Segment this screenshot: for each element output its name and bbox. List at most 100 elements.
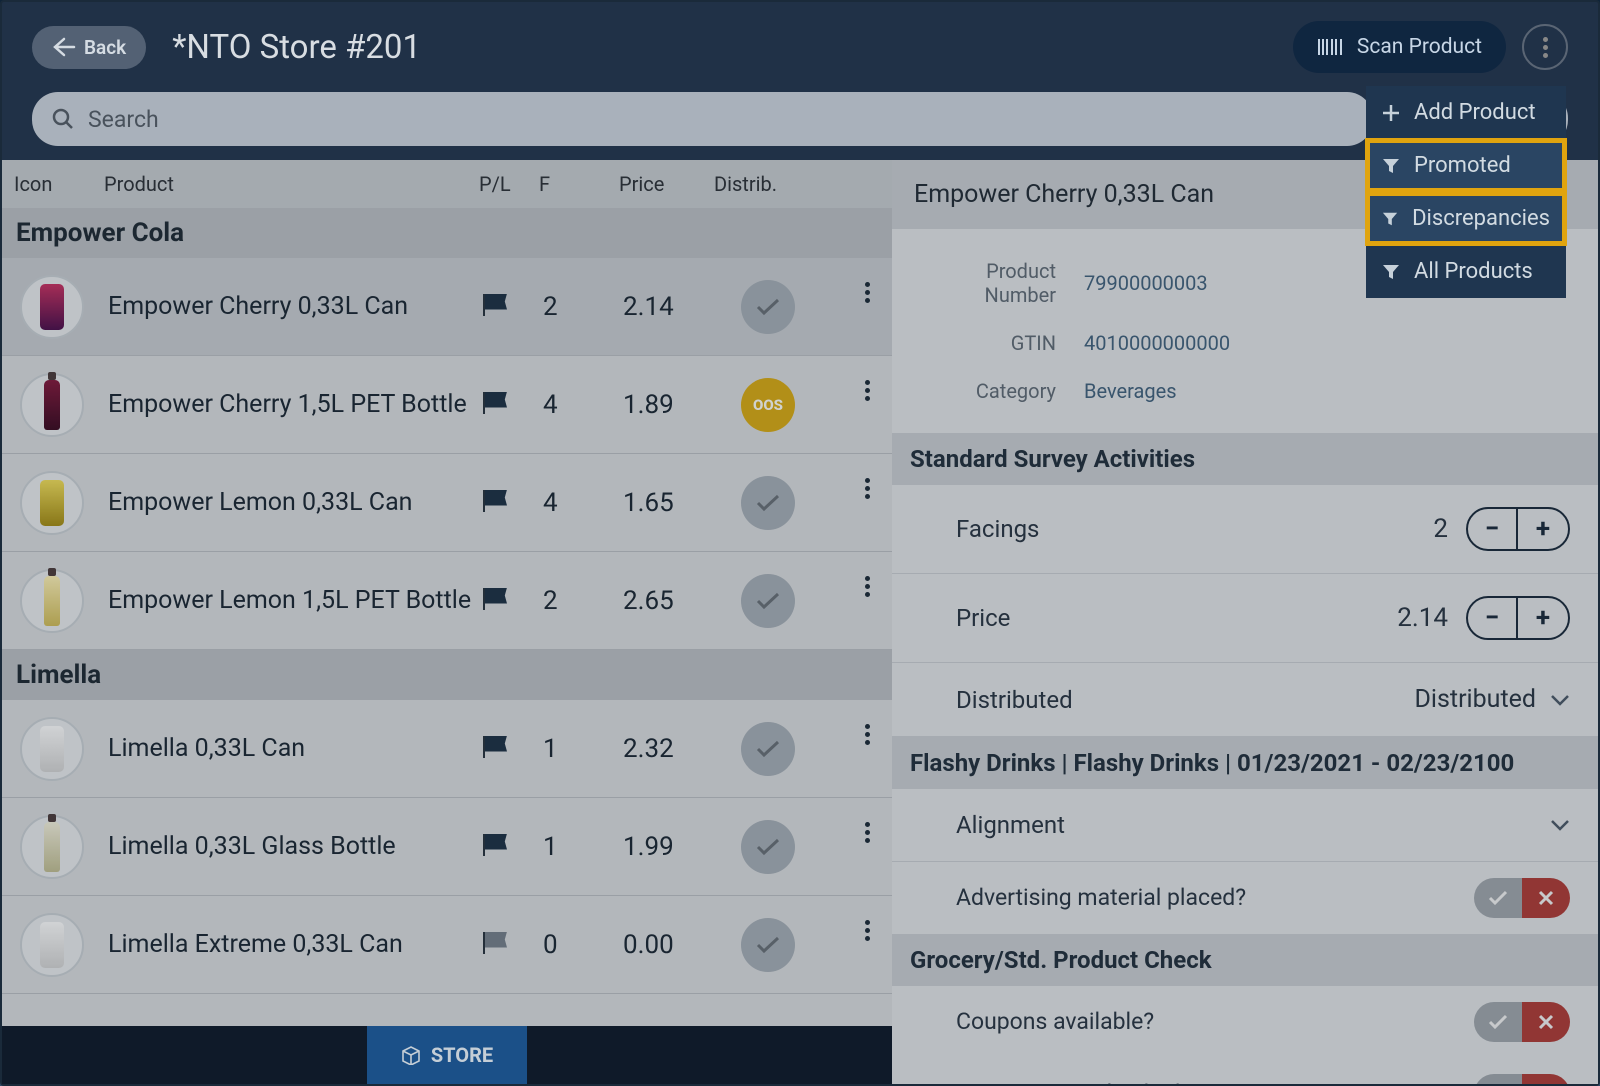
price-value: 1.65 xyxy=(623,488,718,518)
store-tab-button[interactable]: STORE xyxy=(367,1026,527,1084)
pl-flag xyxy=(483,932,543,958)
distrib-check[interactable] xyxy=(741,918,795,972)
meta-productnumber: 79900000003 xyxy=(1084,271,1208,295)
plus-icon xyxy=(1382,104,1400,122)
barcode-icon xyxy=(1317,37,1345,57)
chevron-down-icon xyxy=(1550,818,1570,832)
search-icon xyxy=(52,108,74,130)
product-icon xyxy=(20,471,84,535)
oos-badge: OOS xyxy=(741,378,795,432)
row-overflow-button[interactable] xyxy=(865,282,870,303)
overflow-menu: Add Product Promoted Discrepancies All P… xyxy=(1366,86,1566,298)
distrib-check[interactable] xyxy=(741,820,795,874)
menu-discrepancies[interactable]: Discrepancies xyxy=(1366,192,1566,245)
product-row[interactable]: Empower Cherry 1,5L PET Bottle 4 1.89 OO… xyxy=(2,356,892,454)
advertising-question: Advertising material placed? xyxy=(956,882,1246,913)
product-row[interactable]: Empower Cherry 0,33L Can 2 2.14 xyxy=(2,258,892,356)
x-icon xyxy=(1538,890,1554,906)
col-distrib: Distrib. xyxy=(714,172,809,196)
product-row[interactable]: Limella Extreme 0,33L Can 0 0.00 xyxy=(2,896,892,994)
product-icon xyxy=(20,913,84,977)
back-label: Back xyxy=(84,36,126,59)
menu-all-products[interactable]: All Products xyxy=(1366,245,1566,298)
row-overflow-button[interactable] xyxy=(865,478,870,499)
facings-minus[interactable]: − xyxy=(1468,509,1518,549)
facings-value: 2 xyxy=(543,586,623,616)
facings-value: 1 xyxy=(543,734,623,764)
product-icon xyxy=(20,717,84,781)
product-row[interactable]: Limella 0,33L Glass Bottle 1 1.99 xyxy=(2,798,892,896)
survey-facings-value: 2 xyxy=(1433,514,1448,544)
product-icon xyxy=(20,569,84,633)
check-icon xyxy=(1488,890,1508,906)
coupons-toggle[interactable] xyxy=(1474,1002,1570,1042)
distrib-check[interactable] xyxy=(741,476,795,530)
survey-facings-label: Facings xyxy=(920,515,1260,543)
coupons-question: Coupons available? xyxy=(956,1006,1154,1037)
price-value: 2.65 xyxy=(623,586,718,616)
row-overflow-button[interactable] xyxy=(865,822,870,843)
facings-plus[interactable]: + xyxy=(1518,509,1568,549)
group-header: Empower Cola xyxy=(2,208,892,258)
funnel-icon xyxy=(1382,158,1400,174)
price-plus[interactable]: + xyxy=(1518,598,1568,638)
meta-label-category: Category xyxy=(914,379,1084,403)
product-icon xyxy=(20,373,84,437)
row-overflow-button[interactable] xyxy=(865,920,870,941)
pl-flag xyxy=(483,736,543,762)
section-standard-survey: Standard Survey Activities xyxy=(892,433,1598,485)
distrib-check[interactable] xyxy=(741,722,795,776)
alignment-dropdown[interactable] xyxy=(1550,818,1570,832)
product-row[interactable]: Empower Lemon 0,33L Can 4 1.65 xyxy=(2,454,892,552)
col-f: F xyxy=(539,172,619,196)
distributed-value: Distributed xyxy=(1415,685,1536,714)
pl-flag xyxy=(483,294,543,320)
price-value: 2.32 xyxy=(623,734,718,764)
facings-value: 0 xyxy=(543,930,623,960)
section-flashy: Flashy Drinks | Flashy Drinks | 01/23/20… xyxy=(892,737,1598,789)
box-icon xyxy=(401,1045,421,1065)
product-name: Empower Lemon 1,5L PET Bottle xyxy=(108,586,483,615)
facings-value: 2 xyxy=(543,292,623,322)
distributed-dropdown[interactable]: Distributed xyxy=(1415,685,1570,714)
advertising-toggle[interactable] xyxy=(1474,878,1570,918)
scan-product-button[interactable]: Scan Product xyxy=(1293,21,1506,73)
survey-price-value: 2.14 xyxy=(1397,603,1448,633)
chevron-down-icon xyxy=(1550,693,1570,707)
back-button[interactable]: Back xyxy=(32,26,146,69)
row-overflow-button[interactable] xyxy=(865,724,870,745)
product-name: Limella Extreme 0,33L Can xyxy=(108,930,483,959)
price-stepper: − + xyxy=(1466,596,1570,640)
overflow-menu-button[interactable] xyxy=(1522,24,1568,70)
meta-category: Beverages xyxy=(1084,379,1177,403)
pl-flag xyxy=(483,392,543,418)
distrib-check[interactable] xyxy=(741,280,795,334)
row-overflow-button[interactable] xyxy=(865,576,870,597)
product-name: Limella 0,33L Can xyxy=(108,734,483,763)
meta-gtin: 4010000000000 xyxy=(1084,331,1230,355)
arrangement-toggle[interactable] xyxy=(1474,1074,1570,1084)
menu-promoted[interactable]: Promoted xyxy=(1366,139,1566,192)
menu-add-product[interactable]: Add Product xyxy=(1366,86,1566,139)
product-row[interactable]: Limella 0,33L Can 1 2.32 xyxy=(2,700,892,798)
product-row[interactable]: Empower Lemon 1,5L PET Bottle 2 2.65 xyxy=(2,552,892,650)
price-value: 1.99 xyxy=(623,832,718,862)
page-title: *NTO Store #201 xyxy=(172,28,421,67)
distrib-check[interactable] xyxy=(741,574,795,628)
row-overflow-button[interactable] xyxy=(865,380,870,401)
product-icon xyxy=(20,275,84,339)
col-icon: Icon xyxy=(14,172,104,196)
pl-flag xyxy=(483,834,543,860)
funnel-icon xyxy=(1382,211,1398,227)
menu-promoted-label: Promoted xyxy=(1414,153,1511,178)
product-name: Empower Cherry 0,33L Can xyxy=(108,292,483,321)
price-minus[interactable]: − xyxy=(1468,598,1518,638)
meta-label-gtin: GTIN xyxy=(914,331,1084,355)
scan-label: Scan Product xyxy=(1357,35,1482,59)
vertical-dots-icon xyxy=(1543,37,1548,58)
check-icon xyxy=(1488,1014,1508,1030)
search-input[interactable]: Search xyxy=(32,92,1373,146)
price-value: 0.00 xyxy=(623,930,718,960)
col-product: Product xyxy=(104,172,479,196)
menu-discrepancies-label: Discrepancies xyxy=(1412,206,1550,231)
